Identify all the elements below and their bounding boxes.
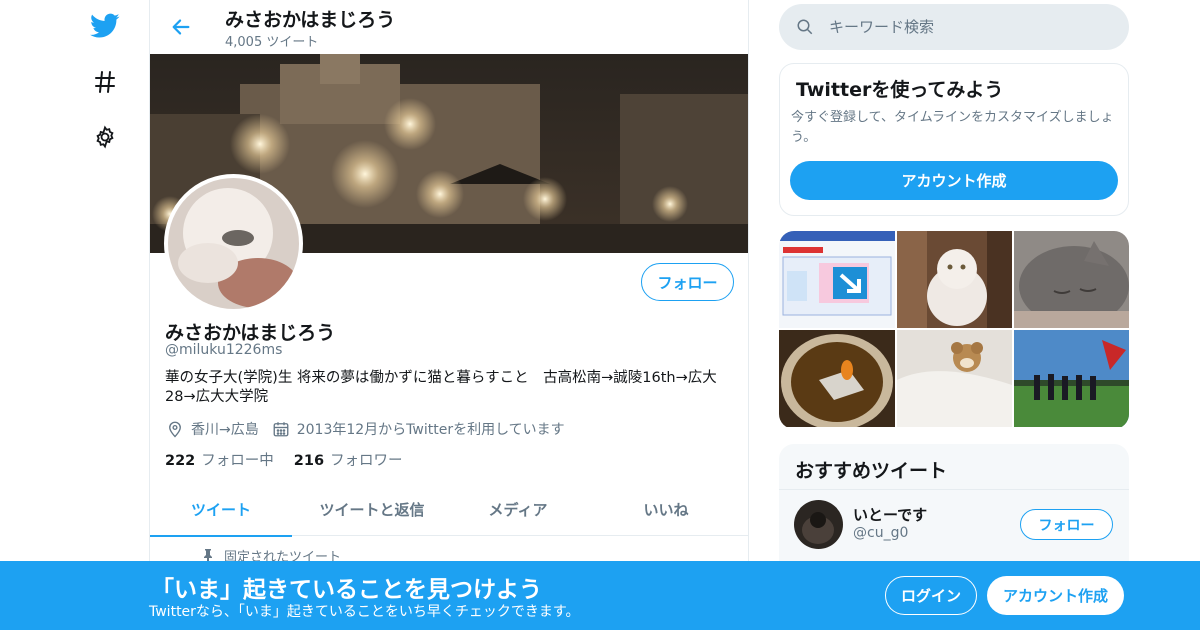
location-pin-icon [165,419,185,439]
profile-name: みさおかはまじろう [165,322,336,344]
follow-button[interactable]: フォロー [641,263,734,301]
signup-card-title: Twitterを使ってみよう [796,79,1004,101]
profile-tabs: ツイート ツイートと返信 メディア いいね [150,483,748,537]
create-account-button[interactable]: アカウント作成 [790,161,1118,200]
profile-bio: 華の女子大(学院)生 将来の夢は働かずに猫と暮らすこと 古高松南→誠陵16th→… [165,370,717,405]
gear-icon[interactable] [88,120,122,154]
calendar-icon [271,419,291,439]
tab-media[interactable]: メディア [452,483,584,536]
tab-tweets[interactable]: ツイート [150,483,292,537]
media-thumbnail[interactable] [779,231,895,328]
profile-location: 香川→広島 [165,419,259,439]
following-count: 222 [165,453,196,469]
media-grid [779,231,1129,429]
media-thumbnail[interactable] [1014,231,1129,328]
media-thumbnail[interactable] [779,330,895,427]
page-root: みさおかはまじろう 4,005 ツイート フォロー みさおかはまじろう @mil… [0,0,1200,630]
joined-text: 2013年12月からTwitterを利用しています [296,422,565,438]
login-button[interactable]: ログイン [885,576,977,615]
profile-avatar[interactable] [164,174,303,313]
header-name: みさおかはまじろう [225,9,396,31]
media-thumbnail[interactable] [1014,330,1129,427]
profile-header-bar: みさおかはまじろう 4,005 ツイート [150,0,748,54]
profile-column: みさおかはまじろう 4,005 ツイート フォロー みさおかはまじろう @mil… [149,0,749,630]
recommended-user-handle: @cu_g0 [853,525,909,541]
media-thumbnail[interactable] [897,231,1012,328]
twitter-bird-icon[interactable] [88,9,122,43]
back-arrow-icon[interactable] [164,10,198,44]
signup-banner: 「いま」起きていることを見つけよう Twitterなら、「いま」起きていることを… [0,561,1200,630]
recommended-user-avatar[interactable] [794,500,843,549]
banner-subtitle: Twitterなら、「いま」起きていることをいち早くチェックできます。 [149,604,580,620]
search-bar [779,4,1129,50]
search-input[interactable] [829,18,1099,36]
recommended-title: おすすめツイート [795,460,948,482]
followers-label: フォロワー [330,453,403,469]
profile-handle: @miluku1226ms [165,342,283,358]
profile-joined: 2013年12月からTwitterを利用しています [271,419,565,439]
tab-likes[interactable]: いいね [584,483,748,536]
divider [779,489,1129,490]
recommended-user-name[interactable]: いとーです [853,504,927,525]
search-icon [795,17,815,37]
header-tweet-count: 4,005 ツイート [225,35,319,50]
recommended-follow-button[interactable]: フォロー [1020,509,1113,540]
following-link[interactable]: 222 フォロー中 [165,449,274,470]
following-label: フォロー中 [201,453,274,469]
tab-tweets-and-replies[interactable]: ツイートと返信 [292,483,452,536]
signup-card: Twitterを使ってみよう 今すぐ登録して、タイムラインをカスタマイズしましょ… [779,63,1129,216]
location-text: 香川→広島 [191,422,259,438]
media-thumbnail[interactable] [897,330,1012,427]
signup-card-description: 今すぐ登録して、タイムラインをカスタマイズしましょう。 [791,110,1114,145]
followers-link[interactable]: 216 フォロワー [294,449,403,470]
banner-create-account-button[interactable]: アカウント作成 [987,576,1124,615]
hashtag-icon[interactable] [88,65,122,99]
banner-title: 「いま」起きていることを見つけよう [151,577,542,603]
followers-count: 216 [293,453,325,469]
follow-stats: 222 フォロー中 216 フォロワー [165,449,423,470]
profile-meta: 香川→広島 2013年12月からTwitterを利用しています [165,418,577,440]
